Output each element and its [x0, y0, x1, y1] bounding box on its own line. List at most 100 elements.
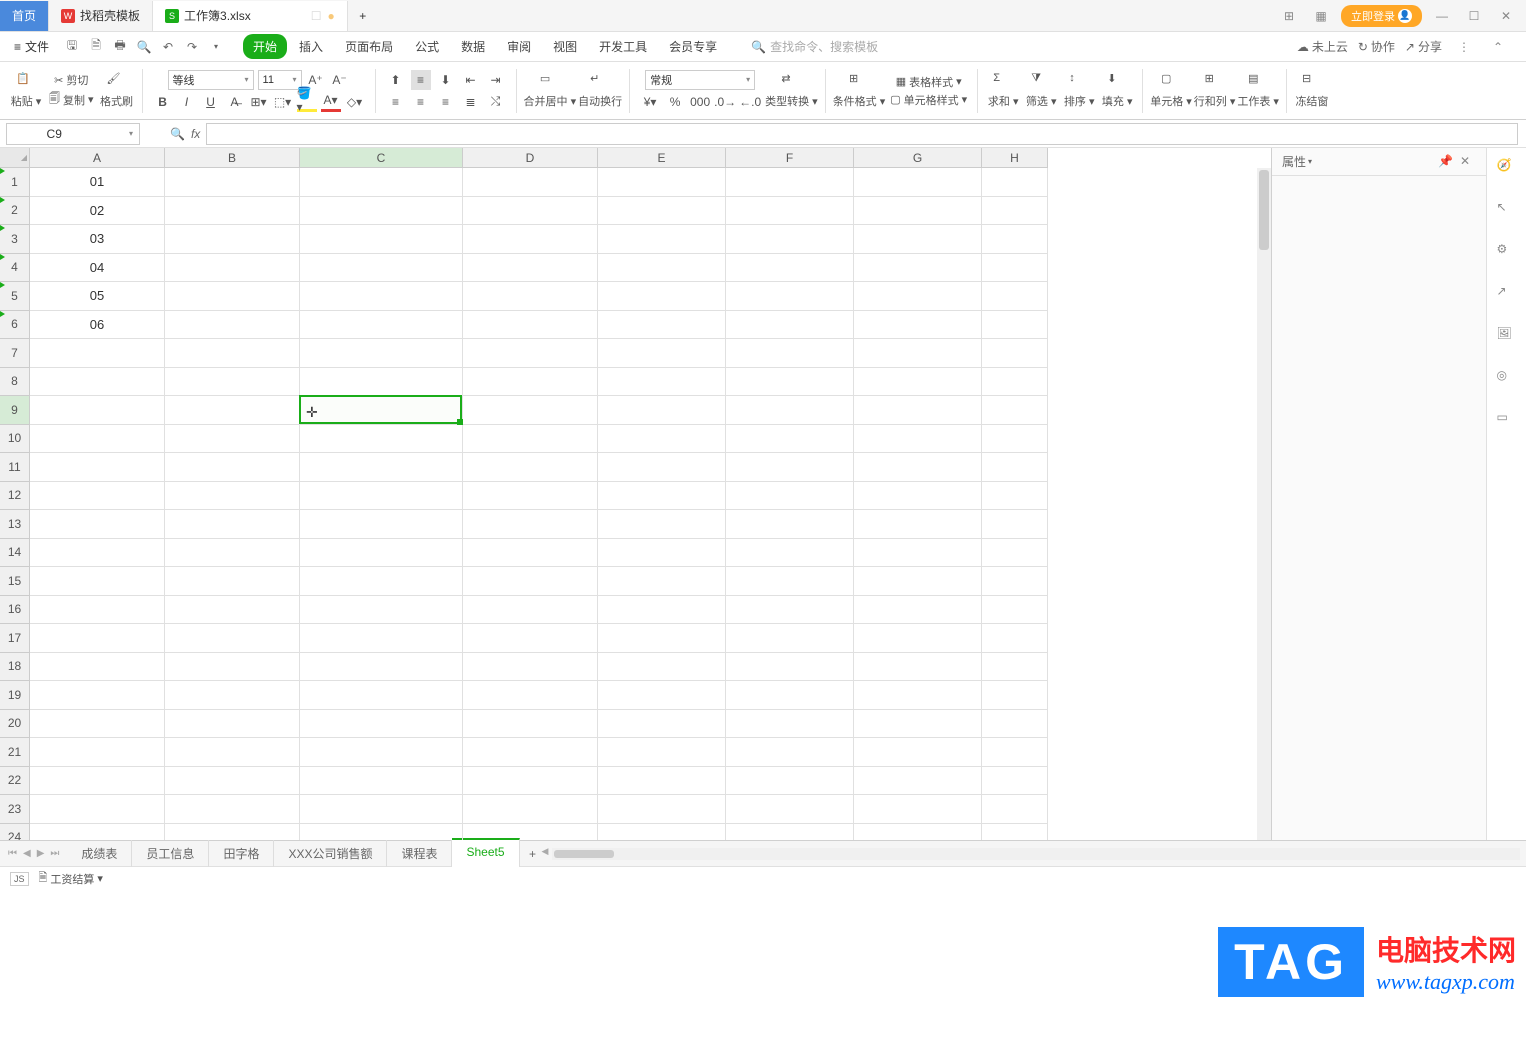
- filter-button[interactable]: ⧩筛选 ▾: [1023, 72, 1059, 109]
- cell-H17[interactable]: [982, 624, 1048, 653]
- align-left-icon[interactable]: ≡: [386, 92, 406, 112]
- cell-G6[interactable]: [854, 311, 982, 340]
- cell-E20[interactable]: [598, 710, 726, 739]
- row-header-3[interactable]: 3: [0, 225, 30, 254]
- row-header-21[interactable]: 21: [0, 738, 30, 767]
- cell-A6[interactable]: 06: [30, 311, 165, 340]
- cell-B7[interactable]: [165, 339, 300, 368]
- new-tab-button[interactable]: +: [348, 9, 378, 23]
- cell-C1[interactable]: [300, 168, 463, 197]
- inc-decimal-icon[interactable]: .0→: [715, 92, 735, 112]
- apps-icon[interactable]: ▦: [1309, 4, 1333, 28]
- cell-G3[interactable]: [854, 225, 982, 254]
- sheet-tab-1[interactable]: 员工信息: [132, 840, 209, 867]
- align-top-icon[interactable]: ⬆: [386, 70, 406, 90]
- col-header-A[interactable]: A: [30, 148, 165, 168]
- dec-font-icon[interactable]: A⁻: [330, 70, 350, 90]
- cell-E23[interactable]: [598, 795, 726, 824]
- cell-E13[interactable]: [598, 510, 726, 539]
- menu-tab-0[interactable]: 开始: [243, 34, 287, 59]
- cell-D7[interactable]: [463, 339, 598, 368]
- cell-B13[interactable]: [165, 510, 300, 539]
- cell-E16[interactable]: [598, 596, 726, 625]
- cell-G23[interactable]: [854, 795, 982, 824]
- cond-format-button[interactable]: ⊞条件格式 ▾: [833, 72, 886, 109]
- row-header-20[interactable]: 20: [0, 710, 30, 739]
- cell-H20[interactable]: [982, 710, 1048, 739]
- settings-icon[interactable]: ⚙: [1497, 242, 1517, 262]
- menu-tab-7[interactable]: 开发工具: [589, 34, 657, 59]
- cell-B6[interactable]: [165, 311, 300, 340]
- cell-D3[interactable]: [463, 225, 598, 254]
- collapse-ribbon-icon[interactable]: ⌃: [1486, 35, 1510, 59]
- cell-G20[interactable]: [854, 710, 982, 739]
- cell-A19[interactable]: [30, 681, 165, 710]
- layout-icon[interactable]: ⊞: [1277, 4, 1301, 28]
- menu-tab-3[interactable]: 公式: [405, 34, 449, 59]
- indent-dec-icon[interactable]: ⇤: [461, 70, 481, 90]
- cell-C3[interactable]: [300, 225, 463, 254]
- menu-tab-8[interactable]: 会员专享: [659, 34, 727, 59]
- cell-C15[interactable]: [300, 567, 463, 596]
- cell-D21[interactable]: [463, 738, 598, 767]
- fill-alt-icon[interactable]: ⬚▾: [273, 92, 293, 112]
- underline-button[interactable]: U: [201, 92, 221, 112]
- cell-B20[interactable]: [165, 710, 300, 739]
- help-icon[interactable]: ◎: [1497, 368, 1517, 388]
- cell-E24[interactable]: [598, 824, 726, 841]
- cell-H14[interactable]: [982, 539, 1048, 568]
- cell-F16[interactable]: [726, 596, 854, 625]
- cell-F20[interactable]: [726, 710, 854, 739]
- export-icon[interactable]: ↗: [1497, 284, 1517, 304]
- cell-H5[interactable]: [982, 282, 1048, 311]
- cell-B1[interactable]: [165, 168, 300, 197]
- cell-D16[interactable]: [463, 596, 598, 625]
- cell-D19[interactable]: [463, 681, 598, 710]
- sum-button[interactable]: Σ求和 ▾: [985, 72, 1021, 109]
- cell-C24[interactable]: [300, 824, 463, 841]
- cell-A1[interactable]: 01: [30, 168, 165, 197]
- cell-D17[interactable]: [463, 624, 598, 653]
- save-icon[interactable]: 🖫: [63, 38, 81, 56]
- row-header-24[interactable]: 24: [0, 824, 30, 841]
- cell-D6[interactable]: [463, 311, 598, 340]
- cell-G24[interactable]: [854, 824, 982, 841]
- cell-C19[interactable]: [300, 681, 463, 710]
- cell-G9[interactable]: [854, 396, 982, 425]
- cell-F11[interactable]: [726, 453, 854, 482]
- cell-G19[interactable]: [854, 681, 982, 710]
- cell-H2[interactable]: [982, 197, 1048, 226]
- share-link[interactable]: ↗分享: [1405, 38, 1442, 55]
- cell-A21[interactable]: [30, 738, 165, 767]
- comma-icon[interactable]: 000: [690, 92, 710, 112]
- cell-C11[interactable]: [300, 453, 463, 482]
- cell-B22[interactable]: [165, 767, 300, 796]
- cell-H10[interactable]: [982, 425, 1048, 454]
- row-header-16[interactable]: 16: [0, 596, 30, 625]
- cell-H11[interactable]: [982, 453, 1048, 482]
- redo-icon[interactable]: ↷: [183, 38, 201, 56]
- cell-G14[interactable]: [854, 539, 982, 568]
- cell-G11[interactable]: [854, 453, 982, 482]
- cell-B2[interactable]: [165, 197, 300, 226]
- cell-F7[interactable]: [726, 339, 854, 368]
- home-tab[interactable]: 首页: [0, 1, 49, 31]
- cell-D2[interactable]: [463, 197, 598, 226]
- cell-A22[interactable]: [30, 767, 165, 796]
- cell-F2[interactable]: [726, 197, 854, 226]
- strike-button[interactable]: A̶: [225, 92, 245, 112]
- cell-A20[interactable]: [30, 710, 165, 739]
- fx-icon[interactable]: fx: [191, 127, 200, 141]
- align-bottom-icon[interactable]: ⬇: [436, 70, 456, 90]
- cell-C23[interactable]: [300, 795, 463, 824]
- cell-D13[interactable]: [463, 510, 598, 539]
- cell-B23[interactable]: [165, 795, 300, 824]
- sort-button[interactable]: ↕排序 ▾: [1061, 72, 1097, 109]
- cell-E8[interactable]: [598, 368, 726, 397]
- col-header-C[interactable]: C: [300, 148, 463, 168]
- worksheet-button[interactable]: ▤工作表 ▾: [1237, 72, 1279, 109]
- cell-F15[interactable]: [726, 567, 854, 596]
- row-header-13[interactable]: 13: [0, 510, 30, 539]
- freeze-button[interactable]: ⊟冻结窗: [1294, 72, 1330, 109]
- currency-icon[interactable]: ¥▾: [640, 92, 660, 112]
